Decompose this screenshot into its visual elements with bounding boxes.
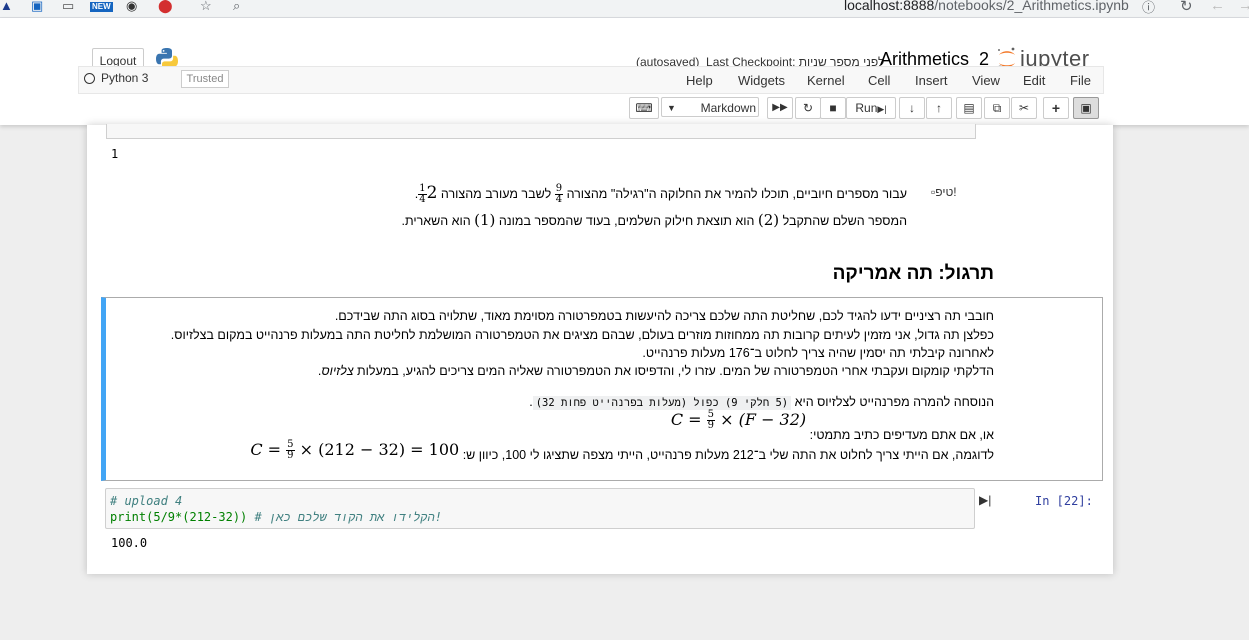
menu-cell[interactable]: Cell <box>868 73 890 88</box>
cell-type-select[interactable]: ▼ Markdown <box>661 97 759 117</box>
math2-fraction: 59 <box>286 440 295 461</box>
menu-bar: File Edit View Insert Cell Kernel Widget… <box>78 66 1104 94</box>
fraction-den: 4 <box>555 194 563 206</box>
kernel-idle-icon <box>84 73 95 84</box>
previous-code-cell[interactable] <box>106 124 976 139</box>
exercise-paragraph-1: חובבי תה רציניים ידעו להגיד לכם, שחליטת … <box>334 309 994 323</box>
tip-value-2: (2) <box>757 211 780 229</box>
run-icon: ▶| <box>877 104 887 114</box>
extension-a-icon[interactable]: ▲ <box>0 0 13 14</box>
star-icon[interactable]: ☆ <box>200 0 212 14</box>
browser-toolbar: ▲ ▣ ▭ NEW ◉ ⬤ ☆ ⌕ localhost:8888/noteboo… <box>0 0 1249 18</box>
forward-icon[interactable]: → <box>1238 0 1249 14</box>
extension-red-icon[interactable]: ⬤ <box>158 0 173 14</box>
math-formula-2: C = 59 × (212 − 32) = 100 <box>250 440 459 461</box>
example-text: לדוגמה, אם הייתי צריך לחלוט את התה שלי ב… <box>462 448 994 462</box>
math-line-1: או, אם אתם מעדיפים כתיב מתמטי: C = 59 × … <box>671 410 994 443</box>
keyboard-icon[interactable]: ⌨ <box>629 97 659 119</box>
code-cell-input[interactable]: # upload 4 print(5/9*(212-32)) # הקלידו … <box>105 488 975 529</box>
chevron-down-icon: ▼ <box>667 103 676 113</box>
trusted-indicator[interactable]: Trusted <box>181 70 229 88</box>
arrow-up-icon[interactable]: ↑ <box>926 97 952 119</box>
example-line: לדוגמה, אם הייתי צריך לחלוט את התה שלי ב… <box>250 440 994 463</box>
math1-lhs: C = <box>670 410 702 429</box>
math1-fraction: 59 <box>706 410 716 431</box>
jupyter-header: Logout (autosaved) Last Checkpoint: לפני… <box>0 18 1249 125</box>
formula-code: (5 חלקי 9) כפול (מעלות בפרנהייט פחות 32) <box>532 396 792 410</box>
tip-line-1a: עבור מספרים חיוביים, תוכלו להמיר את החלו… <box>566 187 907 201</box>
menu-help[interactable]: Help <box>686 73 713 88</box>
input-prompt: In [22]: <box>1035 494 1093 508</box>
plus-icon[interactable]: + <box>1043 97 1069 119</box>
code-output: 100.0 <box>111 536 148 550</box>
fraction-9-4: 94 <box>554 184 564 206</box>
math1-rhs: × (F − 32) <box>720 410 807 429</box>
tip-line-1: עבור מספרים חיוביים, תוכלו להמיר את החלו… <box>414 183 907 206</box>
exercise-paragraph-3: לאחרונה קיבלתי תה יסמין שהיה צריך לחלוט … <box>642 346 994 360</box>
extension-doc-icon[interactable]: ▣ <box>31 0 43 14</box>
math-formula-1: C = 59 × (F − 32) <box>671 410 806 431</box>
back-icon[interactable]: ← <box>1210 0 1225 14</box>
search-icon[interactable]: ⌕ <box>233 0 240 14</box>
cut-icon[interactable]: ✂ <box>1011 97 1037 119</box>
mixed-den: 4 <box>419 194 426 206</box>
code-line-2: print(5/9*(212-32)) # הקלידו את הקוד שלכ… <box>110 510 442 525</box>
math2-den: 9 <box>287 450 294 461</box>
tip-line-2: המספר השלם שהתקבל (2) הוא תוצאת חילוק הש… <box>401 211 907 229</box>
tip-value-1: (1) <box>474 211 496 229</box>
save-icon[interactable]: ▣ <box>1073 97 1099 119</box>
stop-icon[interactable]: ■ <box>820 97 846 119</box>
extension-circle-icon[interactable]: ◉ <box>126 0 137 14</box>
math2-lhs: C = <box>250 440 282 459</box>
exercise-paragraph-2: כפלצן תה גדול, אני מזמין לעיתים קרובות ת… <box>170 328 994 342</box>
url-host: localhost:8888 <box>844 0 935 13</box>
cell-type-value: Markdown <box>700 101 756 115</box>
paste-icon[interactable]: ▤ <box>956 97 982 119</box>
info-icon[interactable]: ⓘ <box>1142 0 1155 16</box>
previous-output: 1 <box>111 147 119 161</box>
copy-icon[interactable]: ⧉ <box>984 97 1010 119</box>
menu-widgets[interactable]: Widgets <box>738 73 785 88</box>
run-cell-icon[interactable]: ▶| <box>979 493 991 507</box>
exercise-paragraph-4: הדלקתי קומקום ועקבתי אחרי הטמפרטורה של ה… <box>317 364 994 378</box>
run-button[interactable]: Run▶| <box>846 97 896 119</box>
exercise-heading: תרגול: תה אמריקה <box>832 263 994 284</box>
reload-icon[interactable]: ↻ <box>1180 0 1193 15</box>
tip-image: ▫טיפ! <box>931 185 957 199</box>
kernel-name[interactable]: Python 3 <box>101 71 148 85</box>
math1-den: 9 <box>707 420 715 431</box>
math2-rhs: × (212 − 32) = 100 <box>299 440 460 459</box>
exercise-paragraph-4a: הדלקתי קומקום ועקבתי אחרי הטמפרטורה של ה… <box>353 364 994 378</box>
address-bar[interactable]: localhost:8888/notebooks/2_Arithmetics.i… <box>844 0 1129 13</box>
extension-screen-icon[interactable]: ▭ <box>62 0 74 14</box>
menu-view[interactable]: View <box>972 73 1000 88</box>
code-inline-comment: # הקלידו את הקוד שלכם כאן! <box>247 510 442 524</box>
mixed-fraction: 14 <box>418 184 427 206</box>
arrow-down-icon[interactable]: ↓ <box>899 97 925 119</box>
new-badge[interactable]: NEW <box>90 2 113 12</box>
tip-alt-text: טיפ! <box>935 185 957 199</box>
mixed-whole: 2 <box>426 183 438 203</box>
tip-line-2b: הוא תוצאת חילוק השלמים, בעוד שהמספר במונ… <box>498 214 755 228</box>
fast-forward-icon[interactable]: ▶▶ <box>767 97 793 119</box>
run-label: Run <box>855 101 878 115</box>
menu-kernel[interactable]: Kernel <box>807 73 845 88</box>
formula-intro: הנוסחה להמרה מפרנהייט לצלזיוס היא <box>794 395 994 409</box>
exercise-celsius-em: צלזיוס <box>321 364 354 378</box>
menu-insert[interactable]: Insert <box>915 73 948 88</box>
code-statement: print(5/9*(212-32)) <box>110 510 248 524</box>
tip-line-2a: המספר השלם שהתקבל <box>782 214 907 228</box>
menu-file[interactable]: File <box>1070 73 1091 88</box>
tip-line-1b: לשבר מעורב מהצורה <box>440 187 552 201</box>
code-comment-line: # upload 4 <box>110 494 183 508</box>
formula-line: הנוסחה להמרה מפרנהייט לצלזיוס היא (5 חלק… <box>529 395 994 410</box>
restart-icon[interactable]: ↻ <box>795 97 821 119</box>
tip-line-2c: הוא השארית. <box>401 214 471 228</box>
url-path: /notebooks/2_Arithmetics.ipynb <box>934 0 1129 13</box>
menu-edit[interactable]: Edit <box>1023 73 1045 88</box>
